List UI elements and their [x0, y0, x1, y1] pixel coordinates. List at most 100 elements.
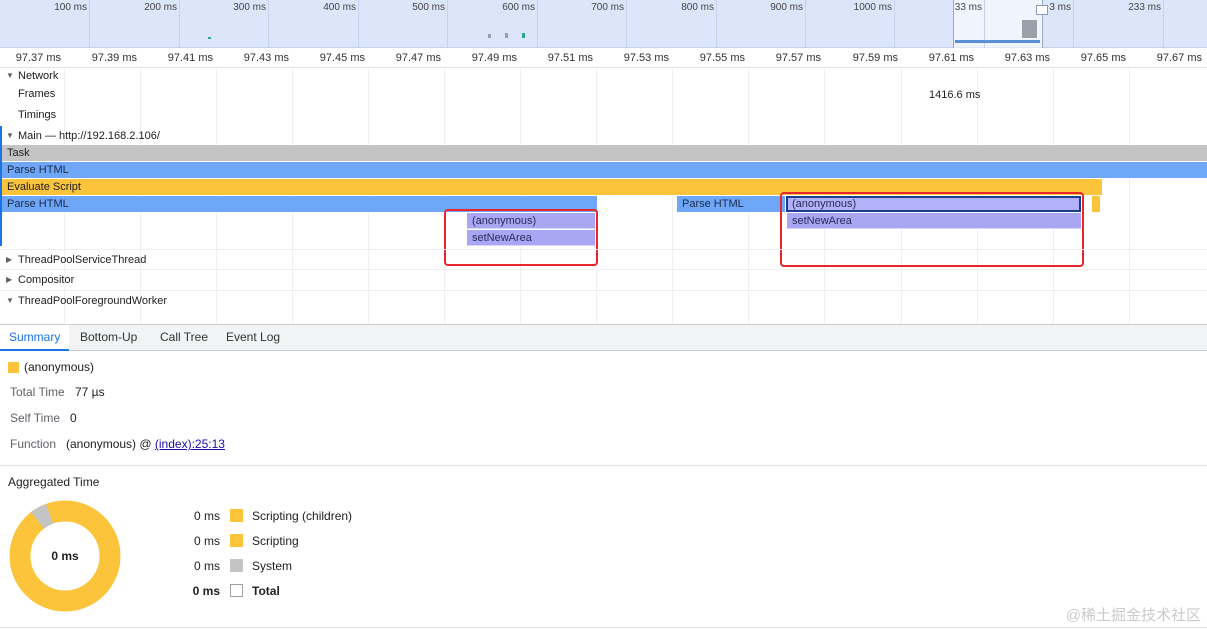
- track-compositor[interactable]: ▶ Compositor: [0, 270, 1207, 291]
- legend-value: 0 ms: [193, 559, 220, 573]
- ruler-tick-label: 97.49 ms: [471, 52, 517, 64]
- ruler-tick-label: 97.59 ms: [852, 52, 898, 64]
- overview-activity-mark: [488, 34, 491, 38]
- legend-name: Scripting (children): [252, 509, 353, 523]
- tab-bottom-up[interactable]: Bottom-Up: [71, 325, 146, 351]
- details-tab-bar: Summary Bottom-Up Call Tree Event Log: [0, 324, 1207, 351]
- overview-tick: [268, 0, 269, 48]
- ruler-tick-label: 97.55 ms: [699, 52, 745, 64]
- legend-value: 0 ms: [193, 534, 220, 548]
- track-network[interactable]: ▼ Network: [0, 66, 1207, 87]
- tab-call-tree[interactable]: Call Tree: [151, 325, 217, 351]
- legend-swatch: [230, 584, 243, 597]
- self-time-label: Self Time: [10, 411, 61, 425]
- legend-swatch: [230, 534, 243, 547]
- track-compositor-label: Compositor: [18, 274, 75, 286]
- overview-tick-label: 500 ms: [412, 2, 445, 13]
- function-value: (anonymous) @ (index):25:13: [66, 437, 225, 451]
- flame-parse-html[interactable]: Parse HTML: [677, 196, 785, 212]
- overview-tick: [1073, 0, 1074, 48]
- track-threadpool-foreground[interactable]: ▼ ThreadPoolForegroundWorker: [0, 291, 1207, 312]
- ruler-tick-label: 97.63 ms: [1004, 52, 1050, 64]
- ruler-tick-label: 97.43 ms: [243, 52, 289, 64]
- overview-tick-label: 33 ms: [954, 2, 982, 13]
- tab-event-log[interactable]: Event Log: [217, 325, 289, 351]
- source-link[interactable]: (index):25:13: [155, 437, 225, 451]
- expand-triangle-icon[interactable]: ▼: [6, 71, 14, 80]
- summary-panel: (anonymous) Total Time 77 µs Self Time 0…: [0, 351, 1207, 466]
- overview-tick: [626, 0, 627, 48]
- aggregated-donut-chart: 0 ms: [9, 500, 121, 612]
- overview-tick: [805, 0, 806, 48]
- tab-summary[interactable]: Summary: [0, 325, 70, 351]
- legend-swatch: [230, 559, 243, 572]
- watermark: @稀土掘金技术社区: [1065, 607, 1201, 624]
- legend-row-scripting-children: 0 ms Scripting (children): [170, 508, 470, 524]
- overview-tick-label: 200 ms: [144, 2, 177, 13]
- overview-tick-label: 700 ms: [591, 2, 624, 13]
- legend-row-scripting: 0 ms Scripting: [170, 533, 470, 549]
- overview-activity-mark: [1022, 20, 1037, 38]
- overview-tick: [447, 0, 448, 48]
- legend-row-system: 0 ms System: [170, 558, 470, 574]
- expand-triangle-icon[interactable]: ▶: [6, 275, 12, 284]
- overview-tick: [894, 0, 895, 48]
- track-threadpool-service-label: ThreadPoolServiceThread: [18, 254, 147, 266]
- ruler-tick-label: 97.37 ms: [15, 52, 61, 64]
- track-timings-label: Timings: [18, 109, 57, 121]
- ruler-tick-label: 97.45 ms: [319, 52, 365, 64]
- expand-triangle-icon[interactable]: ▼: [6, 296, 14, 305]
- legend-name: Total: [252, 584, 280, 598]
- time-ruler: 97.37 ms 97.39 ms 97.41 ms 97.43 ms 97.4…: [0, 48, 1207, 68]
- expand-triangle-icon[interactable]: ▶: [6, 255, 12, 264]
- ruler-tick-label: 97.65 ms: [1080, 52, 1126, 64]
- expand-triangle-icon[interactable]: ▼: [6, 131, 14, 140]
- overview-activity-mark: [208, 37, 211, 39]
- overview-activity-mark: [522, 33, 525, 38]
- track-frames-label: Frames: [18, 88, 56, 100]
- overview-tick: [179, 0, 180, 48]
- overview-tick-label: 800 ms: [681, 2, 714, 13]
- frame-duration[interactable]: 1416.6 ms: [929, 89, 980, 101]
- flame-parse-html[interactable]: Parse HTML: [2, 162, 1207, 178]
- overview-tick: [537, 0, 538, 48]
- track-threadpool-service[interactable]: ▶ ThreadPoolServiceThread: [0, 249, 1207, 270]
- function-name: (anonymous) @: [66, 437, 155, 451]
- ruler-tick-label: 97.39 ms: [91, 52, 137, 64]
- overview-tick-label: 233 ms: [1128, 2, 1161, 13]
- summary-title: (anonymous): [24, 360, 95, 374]
- overview-tick: [716, 0, 717, 48]
- self-time-value: 0: [70, 411, 77, 425]
- overview-tick-label: 400 ms: [323, 2, 356, 13]
- overview-tick-label: 300 ms: [233, 2, 266, 13]
- ruler-tick-label: 97.67 ms: [1156, 52, 1202, 64]
- flame-task[interactable]: Task: [2, 145, 1207, 161]
- flame-evaluate-script-sliver[interactable]: [1092, 196, 1100, 212]
- donut-system-segment: [31, 503, 54, 529]
- ruler-tick-label: 97.41 ms: [167, 52, 213, 64]
- ruler-tick-label: 97.47 ms: [395, 52, 441, 64]
- ruler-tick-label: 97.57 ms: [775, 52, 821, 64]
- total-time-value: 77 µs: [75, 385, 105, 399]
- category-swatch: [8, 362, 19, 373]
- track-network-label: Network: [18, 70, 59, 82]
- timeline-overview[interactable]: 100 ms 200 ms 300 ms 400 ms 500 ms 600 m…: [0, 0, 1207, 48]
- legend-name: System: [252, 559, 293, 573]
- overview-tick: [89, 0, 90, 48]
- overview-activity-mark: [505, 33, 508, 38]
- overview-tick-label: 900 ms: [770, 2, 803, 13]
- legend-swatch: [230, 509, 243, 522]
- overview-tick-label: 600 ms: [502, 2, 535, 13]
- overview-tick: [358, 0, 359, 48]
- aggregated-time-title: Aggregated Time: [8, 475, 100, 489]
- legend-name: Scripting: [252, 534, 299, 548]
- overview-tick-label: 1000 ms: [853, 2, 892, 13]
- overview-activity-mark: [955, 40, 1040, 43]
- track-main-label: Main — http://192.168.2.106/: [18, 130, 160, 142]
- track-threadpool-foreground-label: ThreadPoolForegroundWorker: [18, 295, 167, 307]
- total-time-label: Total Time: [10, 385, 65, 399]
- overview-handle[interactable]: [1036, 5, 1048, 15]
- ruler-tick-label: 97.51 ms: [547, 52, 593, 64]
- divider: [0, 627, 1207, 628]
- legend-value: 0 ms: [193, 509, 220, 523]
